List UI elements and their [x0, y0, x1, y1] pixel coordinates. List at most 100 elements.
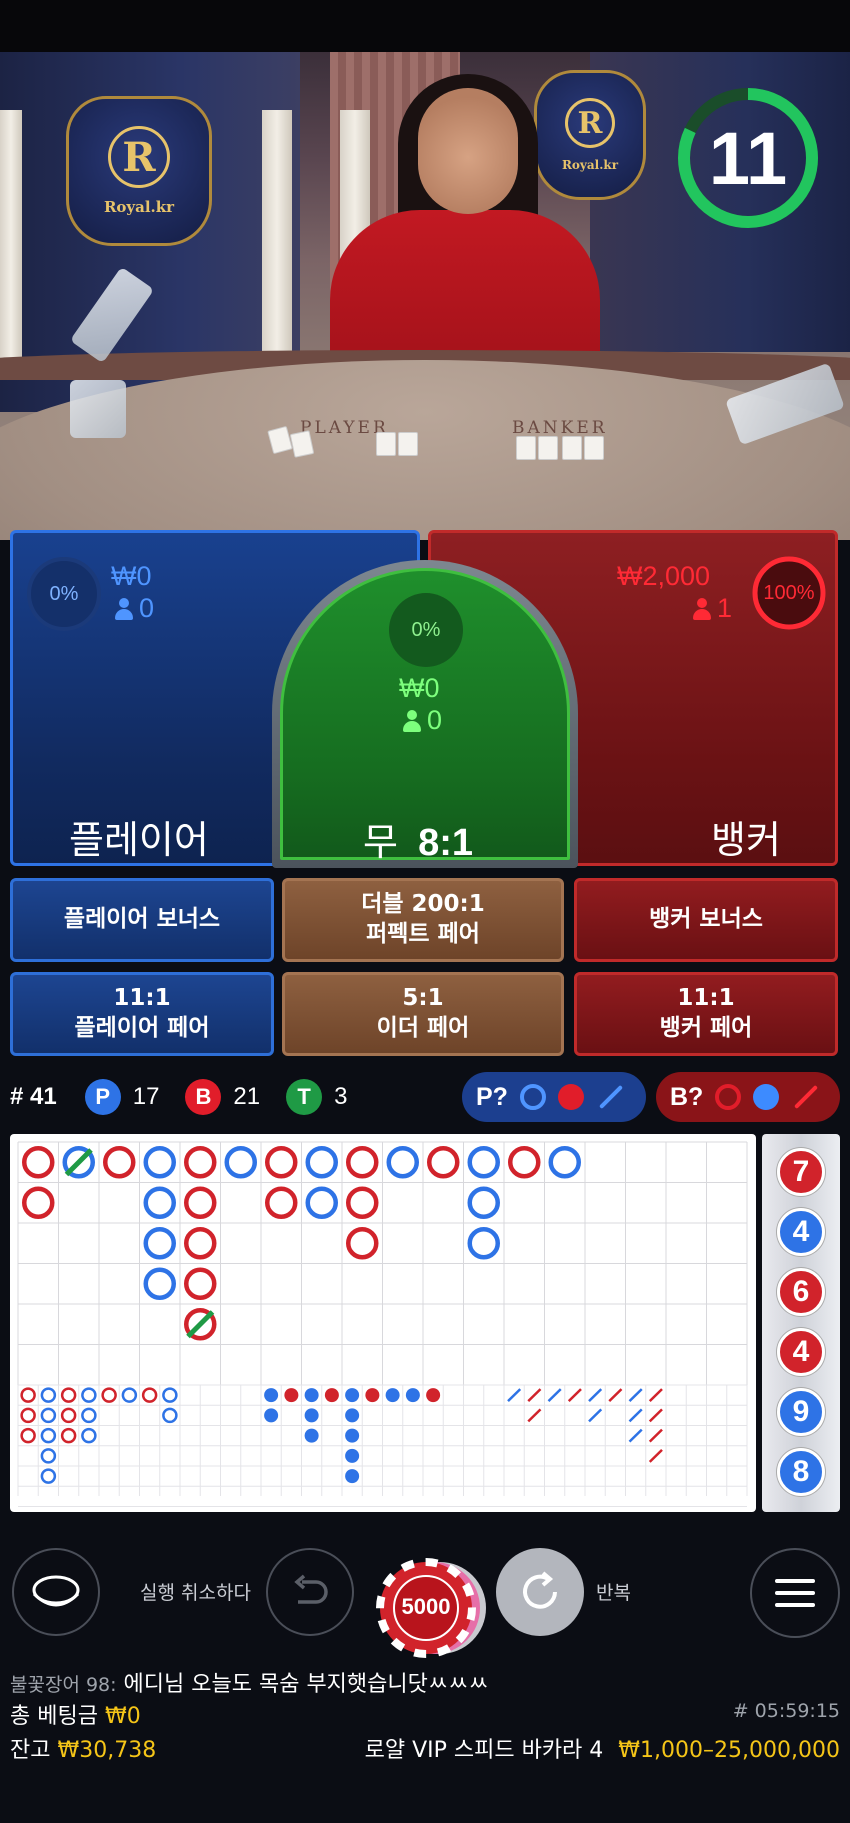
big-road-mark: [427, 1146, 460, 1179]
baccarat-table: [0, 360, 850, 540]
cockroach-road-mark: [588, 1388, 603, 1403]
dealer-face: [418, 88, 518, 214]
undo-label: 실행 취소하다: [140, 1582, 251, 1604]
either-pair-bet[interactable]: 5:1 이더 페어: [282, 972, 564, 1056]
scoreboard-roadmap[interactable]: [10, 1134, 756, 1512]
banker-prediction-button[interactable]: B?: [656, 1072, 840, 1122]
playing-card: [398, 432, 418, 456]
player-bet-percent: 0%: [27, 557, 101, 631]
card-shoe: [70, 380, 126, 438]
big-road-mark: [467, 1186, 500, 1219]
repeat-label: 반복: [596, 1582, 631, 1604]
cockroach-road-mark: [507, 1388, 522, 1403]
small-road-mark: [385, 1388, 400, 1403]
big-eye-road-mark: [101, 1387, 117, 1403]
cockroach-road-mark: [588, 1408, 603, 1423]
undo-button[interactable]: [266, 1548, 354, 1636]
big-eye-road-mark: [121, 1387, 138, 1403]
countdown-seconds: 11: [708, 116, 788, 200]
big-road-mark: [346, 1227, 379, 1260]
small-road-mark: [304, 1408, 319, 1423]
big-eye-road-mark: [20, 1427, 36, 1444]
big-road-mark: [305, 1146, 338, 1179]
perfect-pair-bet[interactable]: 더블 200:1 퍼펙트 페어: [282, 878, 564, 962]
big-road-mark: [467, 1227, 500, 1260]
big-eye-road-mark: [40, 1427, 57, 1444]
banker-label: 뱅커: [711, 818, 781, 862]
banker-bonus-bet[interactable]: 뱅커 보너스: [574, 878, 838, 962]
tie-bet-area[interactable]: 0% ₩0 0 무 8:1: [272, 560, 578, 868]
playing-card: [516, 436, 536, 460]
player-pair-bet[interactable]: 11:1 플레이어 페어: [10, 972, 274, 1056]
bead-road-cell: 4: [777, 1208, 825, 1256]
big-road-mark: [305, 1186, 338, 1219]
playing-card: [538, 436, 558, 460]
person-icon: [115, 597, 133, 620]
bead-road-cell: 8: [777, 1448, 825, 1496]
small-road-mark: [284, 1388, 299, 1403]
small-road-mark: [426, 1388, 441, 1403]
felt-banker-text: BANKER: [512, 418, 608, 438]
big-road-mark: [184, 1186, 217, 1219]
player-prediction-button[interactable]: P?: [462, 1072, 646, 1122]
repeat-button[interactable]: [496, 1548, 584, 1636]
cockroach-road-mark: [648, 1388, 663, 1403]
pillar: [0, 110, 22, 370]
tie-wins-count: 3: [334, 1083, 348, 1110]
tie-bet-percent: 0%: [389, 593, 463, 667]
small-road-mark: [264, 1408, 279, 1423]
big-eye-road-mark: [60, 1387, 77, 1403]
table-limits: ₩1,000–25,000,000: [618, 1738, 840, 1763]
table-info: 로얄 VIP 스피드 바카라 4 ₩1,000–25,000,000: [365, 1732, 840, 1764]
big-road-mark: [143, 1186, 176, 1219]
big-road-mark: [265, 1146, 298, 1179]
big-road-mark: [22, 1186, 55, 1219]
blue-slash-icon: [598, 1084, 623, 1110]
total-bet: 총 베팅금 ₩0: [10, 1704, 141, 1729]
big-road-mark: [103, 1146, 136, 1179]
big-eye-road-mark: [81, 1387, 97, 1403]
big-road-mark: [143, 1146, 176, 1179]
game-id: # 05:59:15: [732, 1700, 840, 1722]
small-road-mark: [304, 1388, 319, 1403]
big-eye-road-mark: [40, 1407, 57, 1424]
cockroach-road-mark: [628, 1408, 643, 1423]
cockroach-road-mark: [648, 1448, 663, 1463]
tie-bet-amount: ₩0: [399, 673, 440, 703]
bead-road-strip: 7 4 6 4 9 8: [762, 1134, 840, 1512]
small-road-mark: [304, 1428, 319, 1443]
big-eye-road-mark: [141, 1387, 158, 1403]
player-bonus-bet[interactable]: 플레이어 보너스: [10, 878, 274, 962]
table-name: 로얄 VIP 스피드 바카라 4: [364, 1738, 604, 1763]
small-road-mark: [345, 1408, 360, 1423]
cockroach-road-mark: [567, 1388, 582, 1403]
big-eye-road-mark: [162, 1407, 178, 1424]
undo-icon: [294, 1574, 328, 1604]
big-road-mark: [184, 1227, 217, 1260]
player-label: 플레이어: [69, 818, 209, 862]
bead-road-list: 7 4 6 4 9 8: [777, 1148, 827, 1508]
big-eye-road-mark: [40, 1468, 57, 1484]
big-eye-road-mark: [60, 1407, 77, 1424]
big-road-mark: [22, 1146, 55, 1179]
big-road-mark: [143, 1267, 176, 1300]
chat-message: 불꽃장어 98: 에디님 오늘도 목숨 부지햇습니닷ㅆㅆㅆ: [10, 1666, 489, 1698]
bead-road-cell: 9: [777, 1388, 825, 1436]
banker-pair-bet[interactable]: 11:1 뱅커 페어: [574, 972, 838, 1056]
live-video-feed: R Royal.kr R Royal.kr PLAYER BANKER: [0, 0, 850, 540]
menu-button[interactable]: [750, 1548, 840, 1638]
small-road-mark: [345, 1469, 360, 1484]
chat-username: 불꽃장어 98:: [10, 1674, 117, 1696]
big-road-mark: [184, 1267, 217, 1300]
chip-tray-button[interactable]: [12, 1548, 100, 1636]
balance: 잔고 ₩30,738: [10, 1738, 157, 1763]
tie-wins-icon: T: [286, 1079, 323, 1115]
small-road-mark: [324, 1388, 339, 1403]
hollow-blue-icon: [519, 1084, 546, 1110]
banker-bettor-count: 1: [693, 593, 732, 624]
shoe-statistics: # 41 P 17 B 21 T 3: [10, 1072, 347, 1122]
player-bettor-count: 0: [115, 593, 154, 624]
player-bet-amount: ₩0: [111, 561, 152, 591]
banker-wins-count: 21: [233, 1083, 261, 1110]
big-road-mark: [143, 1227, 176, 1260]
